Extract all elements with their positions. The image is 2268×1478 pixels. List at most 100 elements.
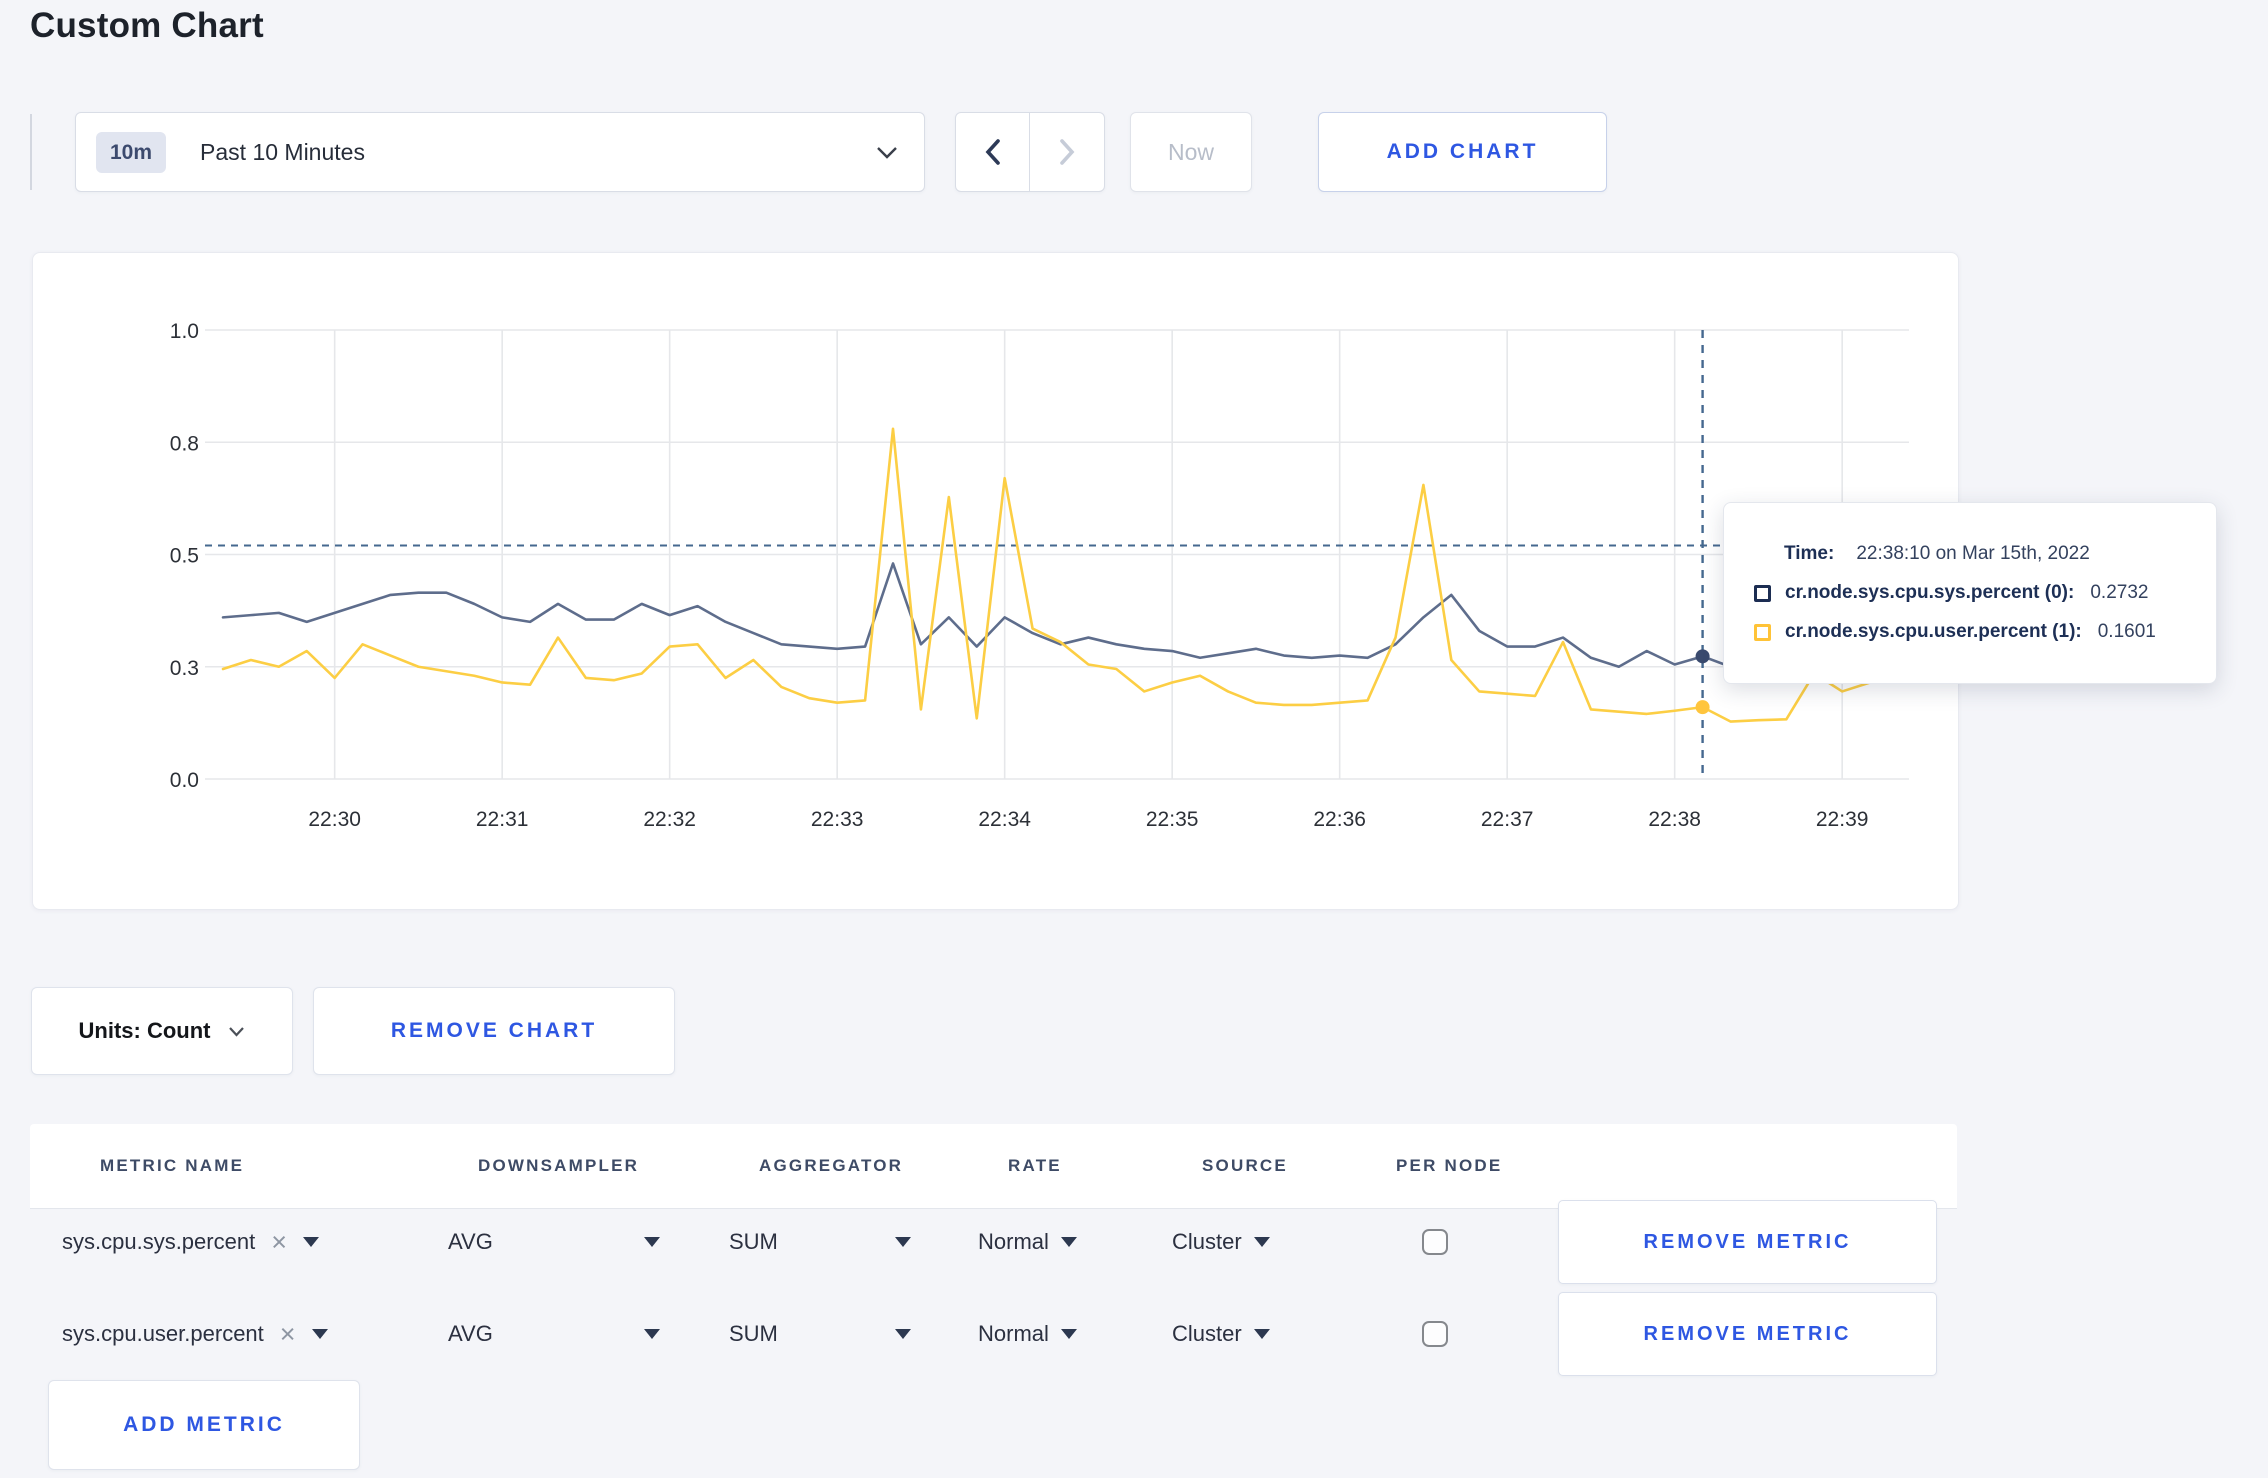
x-axis-tick-label: 22:30 [308, 808, 361, 831]
metric-row: sys.cpu.sys.percent × AVG SUM Normal Cluster R… [0, 1200, 2268, 1284]
downsampler-value: AVG [448, 1229, 493, 1254]
metric-row: sys.cpu.user.percent × AVG SUM Normal Cluster… [0, 1292, 2268, 1376]
custom-chart-page: Custom Chart 10m Past 10 Minutes Now ADD… [0, 0, 2268, 1478]
time-range-label: Past 10 Minutes [200, 138, 365, 165]
remove-metric-label: REMOVE METRIC [1643, 1322, 1852, 1345]
y-axis-tick-label: 1.0 [170, 320, 199, 343]
chart-tooltip: Time: 22:38:10 on Mar 15th, 2022 cr.node… [1723, 502, 2217, 684]
caret-down-icon [895, 1329, 911, 1339]
metric-name-label: sys.cpu.sys.percent [62, 1229, 256, 1254]
column-header: RATE [1008, 1156, 1062, 1175]
x-axis-tick-label: 22:31 [476, 808, 529, 831]
aggregator-select[interactable]: SUM [729, 1292, 911, 1376]
crosshair-dot-sys [1695, 649, 1710, 664]
metric-name-label: sys.cpu.user.percent [62, 1321, 264, 1346]
now-button-label: Now [1167, 138, 1214, 165]
x-axis-tick-label: 22:35 [1146, 808, 1199, 831]
caret-down-icon [644, 1329, 660, 1339]
tooltip-time-row: Time: 22:38:10 on Mar 15th, 2022 [1754, 543, 2202, 565]
tooltip-series-row: cr.node.sys.cpu.sys.percent (0): 0.2732 [1754, 582, 2202, 604]
caret-down-icon [644, 1237, 660, 1247]
remove-metric-label: REMOVE METRIC [1643, 1230, 1852, 1253]
downsampler-select[interactable]: AVG [448, 1292, 660, 1376]
caret-down-icon [1060, 1237, 1077, 1247]
series-swatch-icon [1754, 584, 1771, 602]
y-axis-tick-label: 0.8 [170, 432, 199, 455]
rate-value: Normal [978, 1229, 1049, 1254]
chevron-right-icon [1060, 139, 1075, 165]
chevron-left-icon [985, 139, 1000, 165]
add-metric-label: ADD METRIC [123, 1413, 285, 1436]
rate-select[interactable]: Normal [978, 1292, 1077, 1376]
remove-chart-label: REMOVE CHART [390, 1019, 598, 1042]
column-header: AGGREGATOR [759, 1156, 904, 1175]
next-time-button[interactable] [1030, 113, 1104, 191]
series-line [221, 562, 1900, 669]
y-axis-tick-label: 0.3 [170, 657, 199, 680]
metric-name-select[interactable]: sys.cpu.user.percent × [62, 1292, 328, 1376]
column-header: METRIC NAME [100, 1156, 245, 1175]
tooltip-series-name: cr.node.sys.cpu.sys.percent (0): [1785, 582, 2075, 603]
series-swatch-icon [1754, 623, 1771, 641]
add-chart-label: ADD CHART [1386, 140, 1539, 163]
chevron-down-icon [229, 1026, 245, 1037]
rate-value: Normal [978, 1321, 1049, 1346]
timeseries-chart[interactable]: 0.0 0.3 0.5 0.8 1.0 22:30 22:31 22:32 22:33 22:34… [33, 253, 1958, 909]
metric-name-select[interactable]: sys.cpu.sys.percent × [62, 1200, 319, 1284]
column-header: SOURCE [1202, 1156, 1288, 1175]
per-node-cell [1422, 1292, 1448, 1376]
aggregator-select[interactable]: SUM [729, 1200, 911, 1284]
y-axis-tick-label: 0.0 [170, 769, 199, 792]
source-value: Cluster [1172, 1321, 1242, 1346]
now-button[interactable]: Now [1130, 112, 1252, 192]
x-axis-tick-label: 22:33 [811, 808, 864, 831]
toolbar-divider [30, 114, 32, 190]
metrics-table-header: METRIC NAME DOWNSAMPLER AGGREGATOR RATE SOUR… [30, 1124, 1957, 1209]
remove-metric-button[interactable]: REMOVE METRIC [1558, 1292, 1937, 1376]
time-range-badge: 10m [96, 131, 167, 173]
aggregator-value: SUM [729, 1229, 778, 1254]
x-axis-tick-label: 22:36 [1313, 808, 1366, 831]
clear-metric-icon[interactable]: × [271, 1228, 287, 1256]
caret-down-icon [1060, 1329, 1077, 1339]
downsampler-value: AVG [448, 1321, 493, 1346]
caret-down-icon [1253, 1237, 1270, 1247]
tooltip-series-value: 0.2732 [2090, 582, 2149, 603]
x-axis-tick-label: 22:34 [978, 808, 1031, 831]
per-node-checkbox[interactable] [1422, 1321, 1448, 1347]
caret-down-icon [1253, 1329, 1270, 1339]
source-select[interactable]: Cluster [1172, 1200, 1270, 1284]
x-axis-tick-label: 22:38 [1648, 808, 1701, 831]
chart-card[interactable]: 0.0 0.3 0.5 0.8 1.0 22:30 22:31 22:32 22:33 22:34… [32, 252, 1959, 910]
prev-time-button[interactable] [956, 113, 1030, 191]
series-line [221, 427, 1900, 723]
remove-chart-button[interactable]: REMOVE CHART [313, 987, 675, 1075]
caret-down-icon [311, 1329, 328, 1339]
add-metric-button[interactable]: ADD METRIC [48, 1380, 360, 1470]
per-node-checkbox[interactable] [1422, 1229, 1448, 1255]
units-label: Units: Count [78, 1018, 211, 1043]
source-value: Cluster [1172, 1229, 1242, 1254]
add-chart-button[interactable]: ADD CHART [1318, 112, 1607, 192]
time-pager [955, 112, 1105, 192]
tooltip-time-value: 22:38:10 on Mar 15th, 2022 [1856, 543, 2090, 564]
tooltip-time-label: Time: [1784, 543, 1835, 564]
caret-down-icon [895, 1237, 911, 1247]
tooltip-series-row: cr.node.sys.cpu.user.percent (1): 0.1601 [1754, 621, 2202, 643]
crosshair-dot-user [1695, 700, 1710, 715]
downsampler-select[interactable]: AVG [448, 1200, 660, 1284]
remove-metric-button[interactable]: REMOVE METRIC [1558, 1200, 1937, 1284]
units-dropdown[interactable]: Units: Count [31, 987, 293, 1075]
time-range-dropdown[interactable]: 10m Past 10 Minutes [75, 112, 925, 192]
x-axis-tick-label: 22:32 [643, 808, 696, 831]
tooltip-series-value: 0.1601 [2097, 621, 2156, 642]
rate-select[interactable]: Normal [978, 1200, 1077, 1284]
chevron-down-icon [877, 146, 897, 159]
caret-down-icon [302, 1237, 319, 1247]
clear-metric-icon[interactable]: × [280, 1320, 296, 1348]
tooltip-series-name: cr.node.sys.cpu.user.percent (1): [1785, 621, 2082, 642]
source-select[interactable]: Cluster [1172, 1292, 1270, 1376]
x-axis-tick-label: 22:37 [1481, 808, 1534, 831]
column-header: DOWNSAMPLER [478, 1156, 640, 1175]
y-axis-tick-label: 0.5 [170, 545, 199, 568]
